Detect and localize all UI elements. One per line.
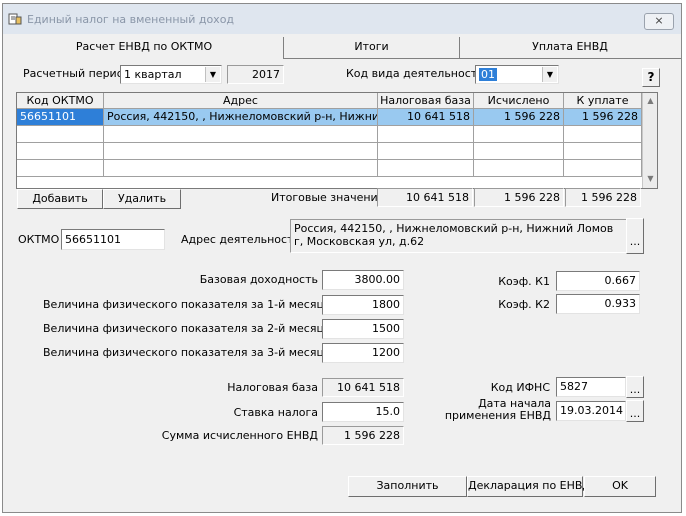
table-cell-empty[interactable]: [17, 143, 104, 160]
tax-base-label: Налоговая база: [227, 381, 318, 394]
table-scrollbar[interactable]: ▲ ▼: [642, 93, 657, 188]
month3-input[interactable]: 1200: [322, 343, 404, 363]
month1-label: Величина физического показателя за 1-й м…: [43, 298, 324, 311]
table-cell-to-pay[interactable]: 1 596 228: [564, 109, 642, 126]
chevron-down-icon[interactable]: ▼: [205, 67, 220, 82]
k2-label: Коэф. К2: [498, 298, 550, 311]
activity-code-select[interactable]: 01 ▼: [475, 65, 559, 84]
table-cell-empty[interactable]: [564, 143, 642, 160]
fill-button[interactable]: Заполнить: [348, 476, 467, 497]
tax-base-value: 10 641 518: [322, 378, 404, 397]
tax-rate-label: Ставка налога: [233, 406, 318, 419]
k1-label: Коэф. К1: [498, 275, 550, 288]
title-bar: Единый налог на вмененный доход ⨯: [3, 4, 681, 34]
column-header[interactable]: Код ОКТМО: [17, 93, 104, 109]
window-title: Единый налог на вмененный доход: [27, 13, 235, 26]
ifns-label: Код ИФНС: [490, 381, 550, 394]
month2-label: Величина физического показателя за 2-й м…: [43, 322, 324, 335]
column-header[interactable]: Исчислено: [474, 93, 564, 109]
column-header[interactable]: К уплате: [564, 93, 642, 109]
add-button[interactable]: Добавить: [17, 189, 103, 209]
activity-address: Россия, 442150, , Нижнеломовский р-н, Ни…: [290, 219, 627, 253]
oktmo-input[interactable]: 56651101: [61, 229, 165, 250]
table-cell-empty[interactable]: [564, 160, 642, 177]
table-cell-empty[interactable]: [474, 143, 564, 160]
start-date-browse-button[interactable]: ...: [626, 400, 644, 422]
table-cell-empty[interactable]: [378, 160, 474, 177]
declaration-button[interactable]: Декларация по ЕНВД: [467, 476, 591, 497]
tab-oktmo-calc[interactable]: Расчет ЕНВД по ОКТМО: [5, 37, 283, 57]
close-button[interactable]: ⨯: [644, 13, 674, 30]
period-select[interactable]: 1 квартал ▼: [120, 65, 222, 84]
total-tax-base: 10 641 518: [377, 188, 473, 207]
k2-input[interactable]: 0.933: [556, 294, 640, 314]
period-label: Расчетный период: [23, 67, 132, 80]
start-date-input[interactable]: 19.03.2014: [556, 401, 626, 421]
table-cell-empty[interactable]: [474, 126, 564, 143]
start-date-label-line2: применения ЕНВД: [444, 409, 551, 422]
base-yield-input[interactable]: 3800.00: [322, 270, 404, 290]
tab-payment[interactable]: Уплата ЕНВД: [460, 37, 680, 57]
totals-label: Итоговые значения: [271, 191, 385, 204]
month2-input[interactable]: 1500: [322, 319, 404, 339]
total-to-pay: 1 596 228: [565, 188, 641, 207]
column-header[interactable]: Адрес: [104, 93, 378, 109]
table-cell-tax-base[interactable]: 10 641 518: [378, 109, 474, 126]
ifns-input[interactable]: 5827: [556, 377, 626, 397]
oktmo-label: ОКТМО: [18, 233, 60, 246]
scroll-down-icon[interactable]: ▼: [645, 172, 656, 186]
table-cell-empty[interactable]: [474, 160, 564, 177]
delete-button[interactable]: Удалить: [103, 189, 181, 209]
envd-dialog: Единый налог на вмененный доход ⨯ Расчет…: [2, 3, 682, 513]
chevron-down-icon[interactable]: ▼: [542, 67, 557, 82]
tab-label: Расчет ЕНВД по ОКТМО: [75, 40, 213, 53]
activity-code-label: Код вида деятельности: [346, 67, 485, 80]
tax-rate-input[interactable]: 15.0: [322, 402, 404, 422]
help-button[interactable]: ?: [642, 68, 660, 87]
month3-label: Величина физического показателя за 3-й м…: [43, 346, 324, 359]
address-label: Адрес деятельности: [181, 233, 301, 246]
period-year: 2017: [227, 65, 284, 84]
scroll-up-icon[interactable]: ▲: [645, 94, 656, 108]
table-cell-calculated[interactable]: 1 596 228: [474, 109, 564, 126]
tab-totals[interactable]: Итоги: [284, 37, 459, 57]
period-value: 1 квартал: [124, 68, 182, 81]
table-cell-empty[interactable]: [17, 160, 104, 177]
envd-sum-value: 1 596 228: [322, 426, 404, 445]
base-yield-label: Базовая доходность: [199, 273, 318, 286]
app-icon: [8, 13, 22, 25]
month1-input[interactable]: 1800: [322, 295, 404, 315]
activity-code-value: 01: [479, 68, 497, 81]
table-cell-oktmo[interactable]: 56651101: [17, 109, 104, 126]
table-cell-empty[interactable]: [104, 143, 378, 160]
oktmo-table[interactable]: Код ОКТМО Адрес Налоговая база Исчислено…: [16, 92, 658, 189]
total-calculated: 1 596 228: [474, 188, 564, 207]
table-cell-empty[interactable]: [378, 143, 474, 160]
table-cell-empty[interactable]: [104, 160, 378, 177]
table-cell-empty[interactable]: [17, 126, 104, 143]
ok-button[interactable]: OK: [584, 476, 656, 497]
table-cell-empty[interactable]: [564, 126, 642, 143]
address-browse-button[interactable]: ...: [626, 218, 644, 254]
ifns-browse-button[interactable]: ...: [626, 376, 644, 398]
envd-sum-label: Сумма исчисленного ЕНВД: [161, 429, 318, 442]
table-cell-empty[interactable]: [104, 126, 378, 143]
tab-label: Уплата ЕНВД: [532, 40, 608, 53]
table-cell-address[interactable]: Россия, 442150, , Нижнеломовский р-н, Ни…: [104, 109, 378, 126]
column-header[interactable]: Налоговая база: [378, 93, 474, 109]
table-cell-empty[interactable]: [378, 126, 474, 143]
k1-input[interactable]: 0.667: [556, 271, 640, 291]
tab-baseline: [283, 58, 681, 59]
tab-label: Итоги: [354, 40, 389, 53]
